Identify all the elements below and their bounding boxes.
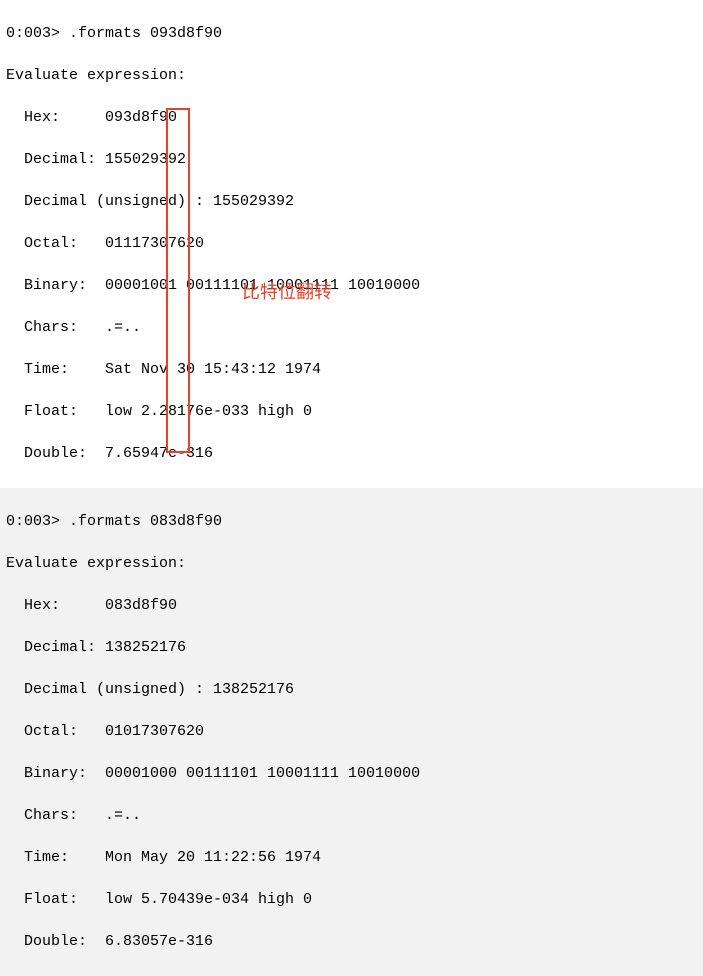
decimal-unsigned-line: Decimal (unsigned) : 155029392 <box>6 191 697 212</box>
eval-header: Evaluate expression: <box>6 65 697 86</box>
output-block-1: 0:003> .formats 093d8f90 Evaluate expres… <box>0 0 703 488</box>
float-line: Float: low 2.28176e-033 high 0 <box>6 401 697 422</box>
chars-line: Chars: .=.. <box>6 317 697 338</box>
double-line: Double: 7.65947e-316 <box>6 443 697 464</box>
binary-line: Binary: 00001001 00111101 10001111 10010… <box>6 275 697 296</box>
chars-line: Chars: .=.. <box>6 805 697 826</box>
prompt-line: 0:003> .formats 093d8f90 <box>6 23 697 44</box>
double-line: Double: 6.83057e-316 <box>6 931 697 952</box>
eval-header: Evaluate expression: <box>6 553 697 574</box>
octal-line: Octal: 01117307620 <box>6 233 697 254</box>
decimal-unsigned-line: Decimal (unsigned) : 138252176 <box>6 679 697 700</box>
time-line: Time: Mon May 20 11:22:56 1974 <box>6 847 697 868</box>
prompt-line: 0:003> .formats 083d8f90 <box>6 511 697 532</box>
hex-line: Hex: 083d8f90 <box>6 595 697 616</box>
hex-line: Hex: 093d8f90 <box>6 107 697 128</box>
octal-line: Octal: 01017307620 <box>6 721 697 742</box>
decimal-line: Decimal: 138252176 <box>6 637 697 658</box>
decimal-line: Decimal: 155029392 <box>6 149 697 170</box>
float-line: Float: low 5.70439e-034 high 0 <box>6 889 697 910</box>
time-line: Time: Sat Nov 30 15:43:12 1974 <box>6 359 697 380</box>
output-block-2: 0:003> .formats 083d8f90 Evaluate expres… <box>0 488 703 976</box>
binary-line: Binary: 00001000 00111101 10001111 10010… <box>6 763 697 784</box>
